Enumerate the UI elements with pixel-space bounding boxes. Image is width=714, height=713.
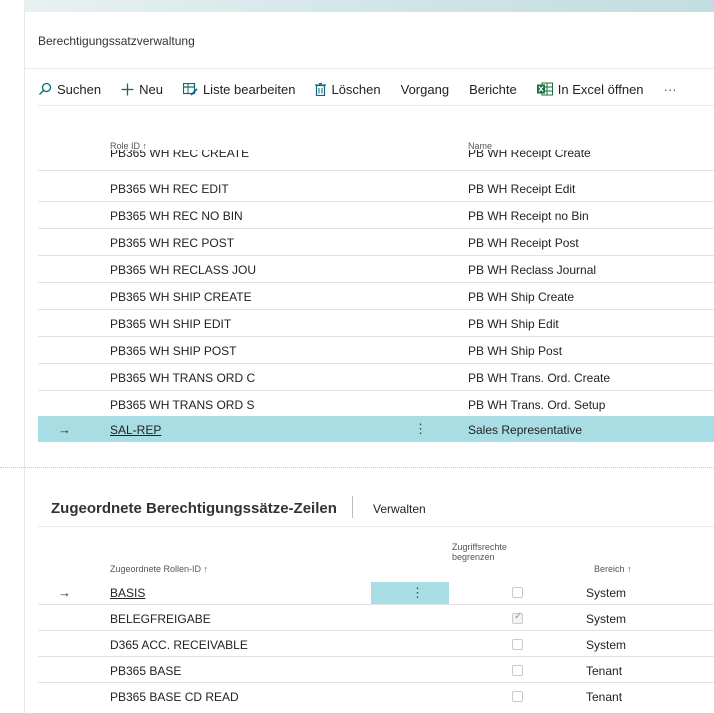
divider	[352, 496, 353, 518]
row-actions-cell[interactable]: ⋮	[371, 582, 449, 604]
search-label: Suchen	[57, 81, 102, 97]
cell-role-id: PB365 WH REC NO BIN	[110, 209, 243, 223]
cell-name: PB WH Reclass Journal	[468, 263, 597, 277]
cell-scope: System	[586, 638, 627, 652]
cell-role-id-link[interactable]: SAL-REP	[110, 423, 161, 437]
table-row-selected[interactable]: → SAL-REP ⋮ Sales Representative	[38, 416, 714, 442]
manage-menu[interactable]: Verwalten	[373, 502, 426, 516]
table-row[interactable]: PB365 WH REC POST PB WH Receipt Post	[38, 229, 714, 256]
plus-icon	[121, 83, 134, 95]
limit-checkbox[interactable]	[512, 665, 523, 676]
cell-name: PB WH Trans. Ord. Create	[468, 371, 611, 385]
table-row[interactable]: PB365 WH TRANS ORD S PB WH Trans. Ord. S…	[38, 391, 714, 418]
section-divider	[0, 467, 714, 468]
table-row[interactable]: PB365 WH REC NO BIN PB WH Receipt no Bin	[38, 202, 714, 229]
edit-list-label: Liste bearbeiten	[202, 81, 296, 97]
table-row[interactable]: PB365 WH SHIP POST PB WH Ship Post	[38, 337, 714, 364]
table-row[interactable]: D365 ACC. RECEIVABLE System	[38, 634, 714, 657]
table-row[interactable]: PB365 WH SHIP EDIT PB WH Ship Edit	[38, 310, 714, 337]
cell-role-id: PB365 WH REC POST	[110, 236, 235, 250]
cell-role-id: PB365 WH SHIP EDIT	[110, 317, 232, 331]
cell-role-id: PB365 WH RECLASS JOU	[110, 263, 257, 277]
cell-scope: System	[586, 612, 627, 626]
cell-role-id: PB365 BASE	[110, 664, 182, 678]
action-bar: Suchen Neu Liste bearbeiten Löschen Vorg…	[38, 80, 697, 98]
delete-button[interactable]: Löschen	[315, 81, 381, 97]
cell-name: PB WH Receipt Create	[468, 150, 591, 160]
cell-role-id: PB365 BASE CD READ	[110, 690, 239, 704]
cell-name: PB WH Ship Post	[468, 344, 563, 358]
limit-checkbox[interactable]	[512, 639, 523, 650]
search-button[interactable]: Suchen	[38, 82, 101, 97]
cell-role-id: PB365 WH TRANS ORD S	[110, 398, 255, 412]
divider	[24, 68, 714, 69]
table-row[interactable]: PB365 WH SHIP CREATE PB WH Ship Create	[38, 283, 714, 310]
window-top-bar	[24, 0, 714, 12]
edit-list-icon	[182, 82, 198, 96]
limit-checkbox[interactable]	[512, 691, 523, 702]
cell-role-id: BELEGFREIGABE	[110, 612, 211, 626]
cell-role-id: PB365 WH SHIP POST	[110, 344, 237, 358]
trash-icon	[315, 82, 327, 96]
column-header-limit-line1: Zugriffsrechte	[452, 542, 507, 552]
current-row-arrow-icon: →	[58, 585, 71, 600]
cell-name: PB WH Receipt Edit	[468, 182, 576, 196]
table-row[interactable]: PB365 WH RECLASS JOU PB WH Reclass Journ…	[38, 256, 714, 283]
cell-name: PB WH Ship Create	[468, 290, 575, 304]
column-header-role-id[interactable]: Zugeordnete Rollen-ID ↑	[110, 564, 208, 574]
cell-role-id: PB365 WH TRANS ORD C	[110, 371, 256, 385]
open-in-excel-button[interactable]: In Excel öffnen	[536, 81, 644, 97]
cell-scope: Tenant	[586, 664, 623, 678]
reports-menu[interactable]: Berichte	[469, 82, 517, 97]
cell-role-id: PB365 WH REC EDIT	[110, 182, 229, 196]
new-button[interactable]: Neu	[121, 82, 163, 97]
table-row[interactable]: PB365 WH REC CREATE PB WH Receipt Create	[38, 150, 714, 171]
cell-name: Sales Representative	[468, 423, 583, 437]
table-row[interactable]: PB365 BASE CD READ Tenant	[38, 686, 714, 708]
cell-name: PB WH Trans. Ord. Setup	[468, 398, 606, 412]
more-actions-button[interactable]: ···	[664, 82, 677, 97]
current-row-arrow-icon: →	[58, 422, 71, 437]
table-row[interactable]: PB365 WH REC EDIT PB WH Receipt Edit	[38, 175, 714, 202]
search-icon	[39, 82, 52, 95]
limit-checkbox[interactable]	[512, 587, 523, 598]
divider	[38, 105, 714, 106]
new-label: Neu	[139, 81, 163, 97]
column-header-limit[interactable]: Zugriffsrechte begrenzen	[452, 542, 507, 562]
delete-label: Löschen	[331, 81, 381, 97]
excel-icon	[536, 82, 553, 96]
cell-name: PB WH Receipt Post	[468, 236, 579, 250]
edit-list-button[interactable]: Liste bearbeiten	[182, 81, 296, 97]
page-title: Berechtigungssatzverwaltung	[38, 34, 195, 48]
row-actions-menu-icon[interactable]: ⋮	[414, 421, 427, 437]
column-header-scope[interactable]: Bereich ↑	[594, 564, 632, 574]
subpage-title: Zugeordnete Berechtigungssätze-Zeilen	[51, 500, 337, 517]
process-menu[interactable]: Vorgang	[401, 82, 449, 97]
limit-checkbox-checked[interactable]	[512, 611, 523, 624]
table-row[interactable]: PB365 WH TRANS ORD C PB WH Trans. Ord. C…	[38, 364, 714, 391]
cell-role-id: PB365 WH REC CREATE	[110, 150, 250, 160]
process-label: Vorgang	[400, 81, 450, 97]
cell-role-id-link[interactable]: BASIS	[110, 586, 145, 600]
cell-scope: System	[586, 586, 627, 600]
page-left-border	[24, 12, 25, 713]
table-row[interactable]: BELEGFREIGABE System	[38, 608, 714, 631]
cell-name: PB WH Ship Edit	[468, 317, 559, 331]
cell-role-id: D365 ACC. RECEIVABLE	[110, 638, 248, 652]
table-row-selected[interactable]: → BASIS ⋮ System	[38, 582, 714, 605]
more-actions-icon: ···	[663, 81, 677, 97]
excel-label: In Excel öffnen	[557, 81, 644, 97]
cell-name: PB WH Receipt no Bin	[468, 209, 589, 223]
cell-role-id: PB365 WH SHIP CREATE	[110, 290, 252, 304]
column-header-limit-line2: begrenzen	[452, 552, 495, 562]
divider	[38, 526, 714, 527]
table-row[interactable]: PB365 BASE Tenant	[38, 660, 714, 683]
reports-label: Berichte	[469, 81, 517, 97]
row-actions-menu-icon[interactable]: ⋮	[411, 585, 424, 601]
cell-scope: Tenant	[586, 690, 623, 704]
